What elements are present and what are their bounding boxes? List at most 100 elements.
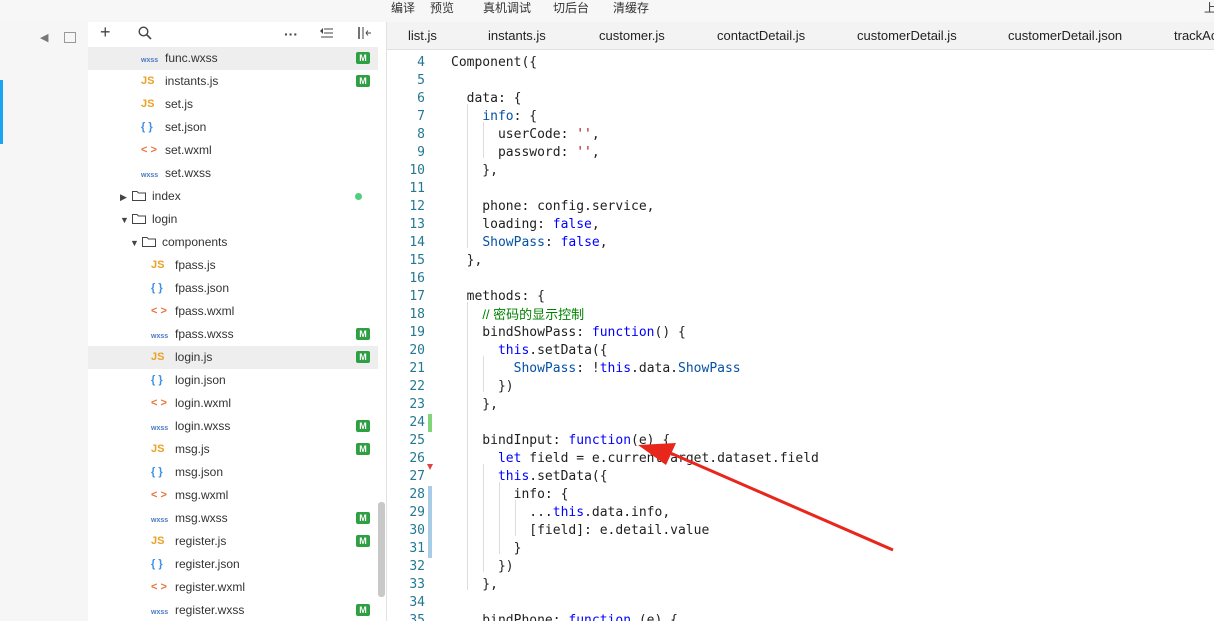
git-modified-badge: M [356, 351, 370, 363]
file-tree-item[interactable]: { } register.json [88, 553, 378, 576]
line-number: 31 [409, 541, 425, 556]
clear-cache-button[interactable]: 清缓存 [613, 0, 649, 16]
wxss-file-icon: wxss [141, 172, 159, 179]
chevron-down-icon[interactable]: ▼ [120, 213, 129, 227]
code-line[interactable]: password: '', [451, 144, 600, 162]
wxss-file-icon: wxss [151, 425, 169, 432]
line-number: 4 [417, 55, 425, 70]
file-tree-item[interactable]: JS register.js M [88, 530, 378, 553]
file-tree-item[interactable]: wxss msg.wxss M [88, 507, 378, 530]
tab-customerdetail-js[interactable]: customerDetail.js [857, 28, 957, 44]
file-tree-item[interactable]: ▼ login [88, 208, 378, 231]
js-file-icon: JS [151, 259, 165, 271]
code-line[interactable]: [field]: e.detail.value [451, 522, 709, 540]
code-line[interactable]: } [451, 540, 522, 558]
line-number: 28 [409, 487, 425, 502]
tab-customerdetail-json[interactable]: customerDetail.json [1008, 28, 1122, 44]
code-line[interactable]: }, [451, 396, 498, 414]
code-line[interactable]: }, [451, 576, 498, 594]
line-number: 12 [409, 199, 425, 214]
file-tree-item[interactable]: < > register.wxml [88, 576, 378, 599]
chevron-down-icon[interactable]: ▼ [130, 236, 139, 250]
wxml-file-icon: < > [151, 489, 167, 501]
code-line[interactable]: this.setData({ [451, 342, 608, 360]
file-name: func.wxss [165, 51, 218, 65]
line-number: 10 [409, 163, 425, 178]
file-tree-item[interactable]: < > set.wxml [88, 139, 378, 162]
sound-icon[interactable]: ◀ [40, 31, 48, 44]
code-line[interactable]: }, [451, 162, 498, 180]
code-line[interactable]: let field = e.currentTarget.dataset.fiel… [451, 450, 819, 468]
code-line[interactable]: ShowPass: !this.data.ShowPass [451, 360, 741, 378]
chevron-right-icon[interactable]: ▶ [120, 190, 127, 204]
code-line[interactable]: bindInput: function(e) { [451, 432, 670, 450]
tab-customer-js[interactable]: customer.js [599, 28, 665, 44]
code-line[interactable]: Component({ [451, 54, 537, 72]
code-line[interactable]: data: { [451, 90, 522, 108]
file-tree-item[interactable]: { } set.json [88, 116, 378, 139]
tab-contactdetail-js[interactable]: contactDetail.js [717, 28, 805, 44]
file-tree-item[interactable]: { } msg.json [88, 461, 378, 484]
modified-lines-marker [428, 486, 432, 558]
file-tree-item[interactable]: < > fpass.wxml [88, 300, 378, 323]
search-icon[interactable] [138, 26, 152, 43]
file-tree-item[interactable]: JS fpass.js [88, 254, 378, 277]
compile-button[interactable]: 编译 [391, 0, 415, 16]
code-line[interactable]: loading: false, [451, 216, 599, 234]
file-tree-item[interactable]: JS set.js [88, 93, 378, 116]
code-line[interactable]: phone: config.service, [451, 198, 654, 216]
code-editor[interactable]: .. . ... .. .. 4567891011121314151617181… [387, 50, 1214, 621]
file-tree-item[interactable]: JS msg.js M [88, 438, 378, 461]
code-line[interactable]: this.setData({ [451, 468, 608, 486]
background-button[interactable]: 切后台 [553, 0, 589, 16]
tab-trackac[interactable]: trackAc [1174, 28, 1214, 44]
code-line[interactable]: userCode: '', [451, 126, 600, 144]
remote-debug-button[interactable]: 真机调试 [483, 0, 531, 16]
code-line[interactable]: bindShowPass: function() { [451, 324, 686, 342]
js-file-icon: JS [151, 535, 165, 547]
more-icon[interactable]: ··· [284, 26, 298, 42]
explorer-scrollbar[interactable] [378, 502, 385, 597]
window-icon[interactable] [64, 32, 76, 43]
file-name: set.js [165, 97, 194, 111]
file-tree-item[interactable]: wxss login.wxss M [88, 415, 378, 438]
code-line[interactable]: bindPhone: function (e) { [451, 612, 678, 621]
file-tree-item[interactable]: { } fpass.json [88, 277, 378, 300]
code-line[interactable]: ...this.data.info, [451, 504, 670, 522]
code-line[interactable]: // 密码的显示控制 [451, 306, 584, 324]
file-tree-item[interactable]: ▶ index [88, 185, 378, 208]
code-line[interactable]: }) [451, 558, 514, 576]
code-line[interactable]: }) [451, 378, 514, 396]
code-line[interactable]: info: { [451, 486, 569, 504]
git-modified-badge: M [356, 604, 370, 616]
file-tree-item[interactable]: wxss register.wxss M [88, 599, 378, 621]
plus-icon[interactable]: + [100, 23, 111, 41]
file-tree-item[interactable]: { } login.json [88, 369, 378, 392]
upload-button[interactable]: 上 [1204, 0, 1214, 16]
code-line[interactable]: ShowPass: false, [451, 234, 607, 252]
code-line[interactable]: }, [451, 252, 483, 270]
line-number: 20 [409, 343, 425, 358]
file-tree-item[interactable]: < > login.wxml [88, 392, 378, 415]
preview-button[interactable]: 预览 [430, 0, 454, 16]
split-icon[interactable] [358, 26, 372, 42]
file-tree-item[interactable]: JS instants.js M [88, 70, 378, 93]
tab-instants-js[interactable]: instants.js [488, 28, 546, 44]
collapse-all-icon[interactable] [320, 26, 334, 42]
file-tree-item[interactable]: JS login.js M [88, 346, 378, 369]
line-number: 33 [409, 577, 425, 592]
tab-list-js[interactable]: list.js [408, 28, 437, 44]
file-tree-item[interactable]: wxss fpass.wxss M [88, 323, 378, 346]
file-tree-item[interactable]: < > msg.wxml [88, 484, 378, 507]
file-tree-item[interactable]: wxss set.wxss [88, 162, 378, 185]
file-name: instants.js [165, 74, 219, 88]
file-tree-item[interactable]: ▼ components [88, 231, 378, 254]
line-number: 32 [409, 559, 425, 574]
code-line[interactable]: info: { [451, 108, 537, 126]
file-tree-item[interactable]: wxss func.wxss M [88, 47, 378, 70]
code-line[interactable]: methods: { [451, 288, 545, 306]
file-name: login.json [175, 373, 226, 387]
file-name: msg.wxml [175, 488, 229, 502]
file-name: msg.json [175, 465, 224, 479]
git-modified-badge: M [356, 535, 370, 547]
